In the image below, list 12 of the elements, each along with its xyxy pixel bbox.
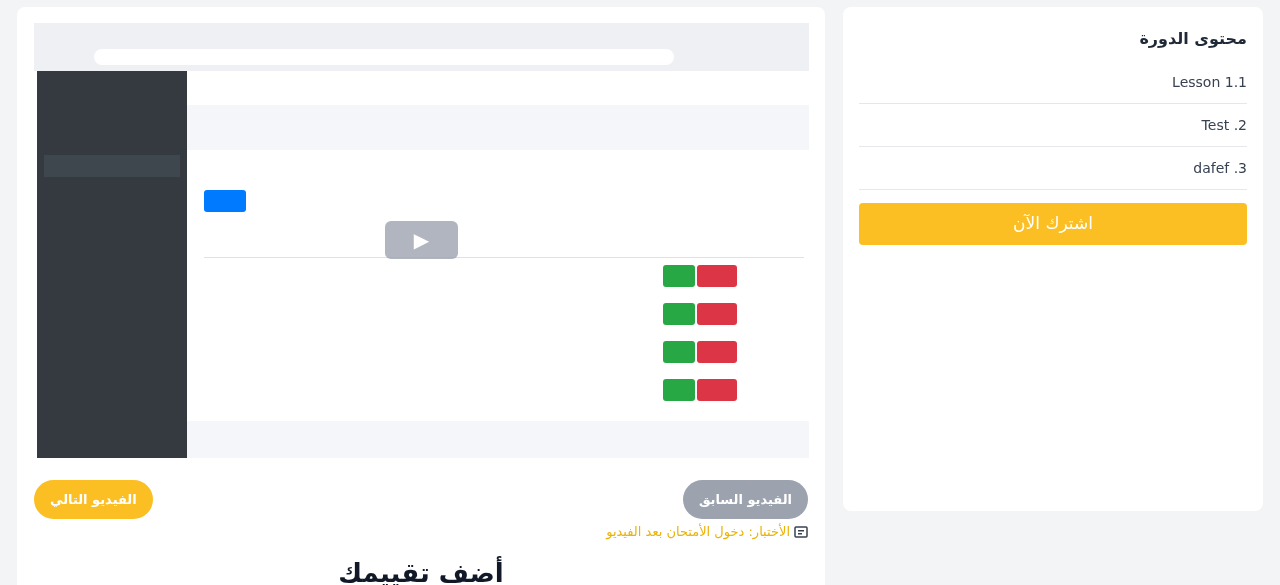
video-player[interactable]: ▶ (34, 23, 809, 458)
lesson-item[interactable]: Lesson 1.1 (1172, 71, 1247, 93)
subscribe-button[interactable]: اشترك الآن (859, 203, 1247, 245)
next-video-button[interactable]: الفيديو التالي (34, 480, 153, 519)
rating-heading: أضف تقييمك (338, 555, 504, 585)
quiz-note: الأختبار: دخول الأمتحان بعد الفيديو (606, 522, 790, 542)
course-content-title: محتوى الدورة (1139, 28, 1247, 50)
previous-video-button[interactable]: الفيديو السابق (682, 480, 808, 519)
lesson-item[interactable]: Test .2 (1201, 114, 1247, 136)
quiz-icon (794, 525, 808, 538)
play-button[interactable]: ▶ (385, 221, 458, 259)
lesson-item[interactable]: dafef .3 (1193, 157, 1247, 179)
